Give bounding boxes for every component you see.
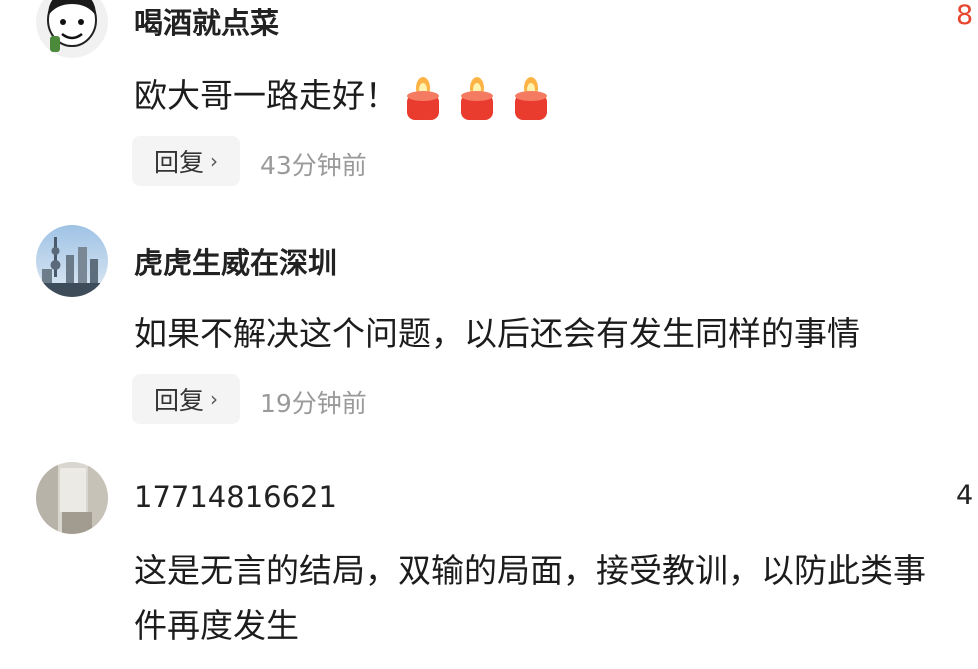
avatar[interactable] (36, 0, 108, 58)
reply-button[interactable]: 回复 › (132, 136, 240, 186)
reply-label: 回复 (153, 386, 204, 415)
city-skyline-avatar-icon (36, 225, 108, 297)
candle-icon (461, 76, 493, 120)
reply-label: 回复 (153, 148, 204, 177)
comment-text-content: 欧大哥一路走好！ (134, 76, 398, 115)
chevron-right-icon: › (210, 149, 218, 173)
username[interactable]: 虎虎生威在深圳 (134, 240, 337, 282)
reply-button[interactable]: 回复 › (132, 374, 240, 424)
like-count[interactable]: 8 (956, 0, 973, 31)
comment-text: 欧大哥一路走好！ (134, 68, 550, 124)
room-photo-avatar-icon (36, 462, 108, 534)
timestamp: 43分钟前 (260, 151, 367, 180)
avatar[interactable] (36, 462, 108, 534)
comment-text: 如果不解决这个问题，以后还会有发生同样的事情 (134, 314, 860, 353)
like-count[interactable]: 4 (956, 480, 973, 511)
comment-text-line-1: 这是无言的结局，双输的局面，接受教训，以防此类事 (134, 551, 926, 590)
comment-text-line-2: 件再度发生 (134, 606, 299, 645)
meme-avatar-icon (36, 0, 108, 58)
avatar[interactable] (36, 225, 108, 297)
candle-icon (407, 76, 439, 120)
chevron-right-icon: › (210, 387, 218, 411)
username[interactable]: 17714816621 (134, 480, 337, 514)
candle-icon (515, 76, 547, 120)
username[interactable]: 喝酒就点菜 (134, 0, 279, 42)
timestamp: 19分钟前 (260, 389, 367, 418)
